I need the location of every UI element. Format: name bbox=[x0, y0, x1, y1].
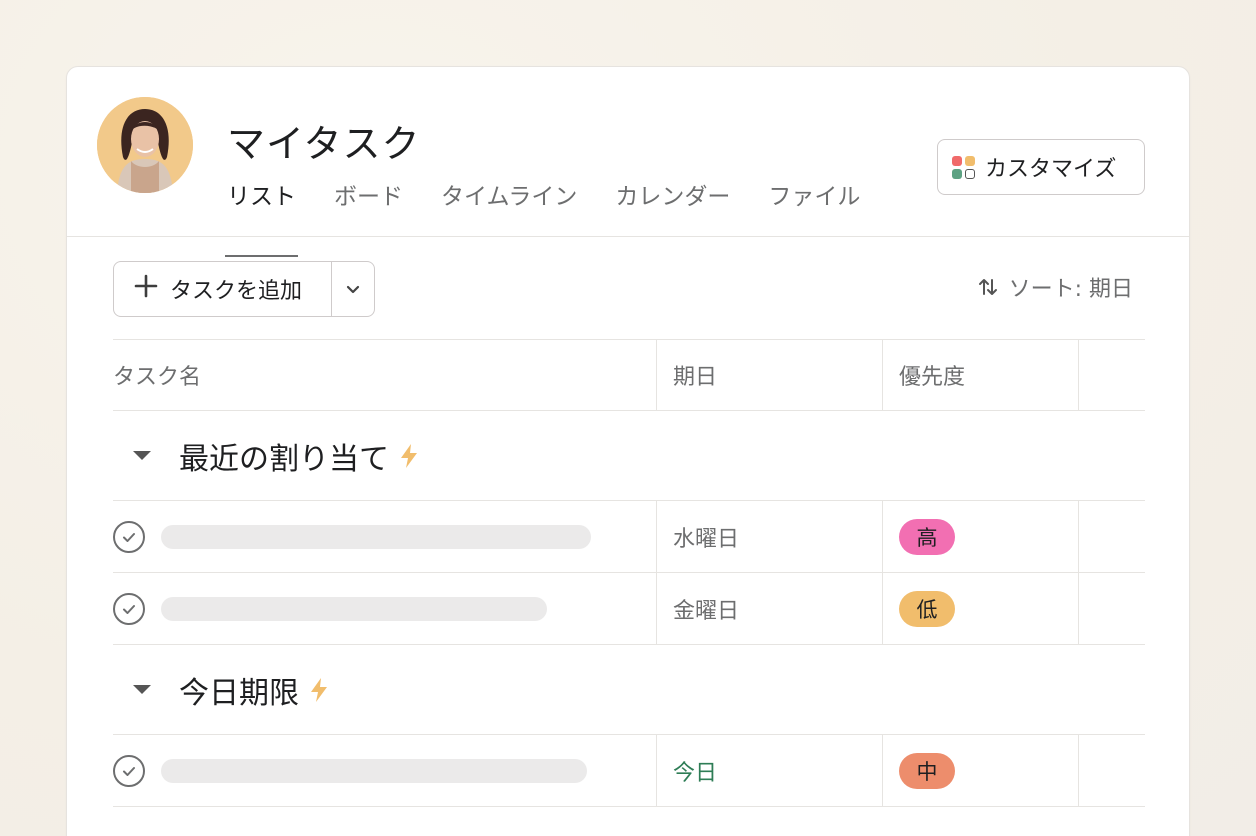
lightning-icon bbox=[309, 677, 329, 703]
sort-label: ソート: 期日 bbox=[1008, 277, 1133, 302]
sort-button[interactable]: ソート: 期日 bbox=[977, 271, 1133, 303]
task-name-placeholder[interactable] bbox=[161, 524, 591, 549]
add-task-label: タスクを追加 bbox=[170, 279, 303, 304]
toolbar: タスクを追加 ソート: 期日 bbox=[113, 261, 1145, 317]
due-date-cell[interactable]: 水曜日 bbox=[656, 501, 882, 572]
avatar[interactable] bbox=[97, 97, 193, 193]
tab-timeline[interactable]: タイムライン bbox=[439, 179, 579, 237]
customize-grid-icon bbox=[952, 155, 975, 179]
page-title: マイタスク bbox=[227, 122, 421, 166]
tab-calendar[interactable]: カレンダー bbox=[613, 179, 732, 237]
table-header-row: タスク名 期日 優先度 bbox=[113, 339, 1145, 411]
tab-list[interactable]: リスト bbox=[225, 179, 298, 257]
plus-icon bbox=[134, 274, 158, 304]
task-name-cell bbox=[113, 501, 656, 572]
task-name-cell bbox=[113, 573, 656, 644]
priority-badge: 高 bbox=[899, 518, 955, 555]
add-task-dropdown-button[interactable] bbox=[332, 262, 374, 316]
column-header-priority[interactable]: 優先度 bbox=[882, 340, 1078, 410]
column-header-extra bbox=[1078, 340, 1145, 410]
extra-cell bbox=[1078, 735, 1145, 806]
task-name-placeholder[interactable] bbox=[161, 758, 587, 783]
task-table: タスク名 期日 優先度 最近の割り当て 水曜日 高 金曜日 低 今日期限 今日 … bbox=[113, 339, 1145, 807]
complete-check-icon[interactable] bbox=[113, 754, 145, 787]
section-title: 最近の割り当て bbox=[179, 441, 389, 477]
customize-label: カスタマイズ bbox=[985, 157, 1117, 182]
customize-button[interactable]: カスタマイズ bbox=[937, 139, 1145, 195]
priority-badge: 中 bbox=[899, 752, 955, 789]
complete-check-icon[interactable] bbox=[113, 592, 145, 625]
complete-check-icon[interactable] bbox=[113, 520, 145, 553]
column-header-task-name[interactable]: タスク名 bbox=[113, 340, 656, 410]
priority-cell[interactable]: 中 bbox=[882, 735, 1078, 806]
section-header[interactable]: 今日期限 bbox=[113, 645, 1145, 735]
priority-badge: 低 bbox=[899, 590, 955, 627]
caret-down-icon[interactable] bbox=[133, 685, 151, 694]
sort-arrows-icon bbox=[978, 279, 997, 295]
page-header: マイタスク リスト ボード タイムライン カレンダー ファイル カスタマイズ bbox=[67, 67, 1189, 257]
extra-cell bbox=[1078, 573, 1145, 644]
tab-files[interactable]: ファイル bbox=[766, 179, 862, 237]
task-name-placeholder[interactable] bbox=[161, 596, 547, 621]
priority-cell[interactable]: 高 bbox=[882, 501, 1078, 572]
caret-down-icon[interactable] bbox=[133, 451, 151, 460]
chevron-down-icon bbox=[346, 285, 360, 294]
add-task-split-button: タスクを追加 bbox=[113, 261, 375, 317]
table-row[interactable]: 金曜日 低 bbox=[113, 573, 1145, 645]
tab-board[interactable]: ボード bbox=[332, 179, 405, 237]
section-title: 今日期限 bbox=[179, 675, 299, 711]
user-portrait bbox=[97, 97, 193, 193]
table-row[interactable]: 水曜日 高 bbox=[113, 501, 1145, 573]
add-task-button[interactable]: タスクを追加 bbox=[114, 262, 332, 316]
due-date-cell[interactable]: 金曜日 bbox=[656, 573, 882, 644]
task-name-cell bbox=[113, 735, 656, 806]
lightning-icon bbox=[399, 443, 419, 469]
table-row[interactable]: 今日 中 bbox=[113, 735, 1145, 807]
priority-cell[interactable]: 低 bbox=[882, 573, 1078, 644]
view-tabs: リスト ボード タイムライン カレンダー ファイル bbox=[225, 179, 896, 257]
section-header[interactable]: 最近の割り当て bbox=[113, 411, 1145, 501]
due-date-cell[interactable]: 今日 bbox=[656, 735, 882, 806]
column-header-due-date[interactable]: 期日 bbox=[656, 340, 882, 410]
extra-cell bbox=[1078, 501, 1145, 572]
my-tasks-panel: マイタスク リスト ボード タイムライン カレンダー ファイル カスタマイズ タ… bbox=[66, 66, 1190, 836]
